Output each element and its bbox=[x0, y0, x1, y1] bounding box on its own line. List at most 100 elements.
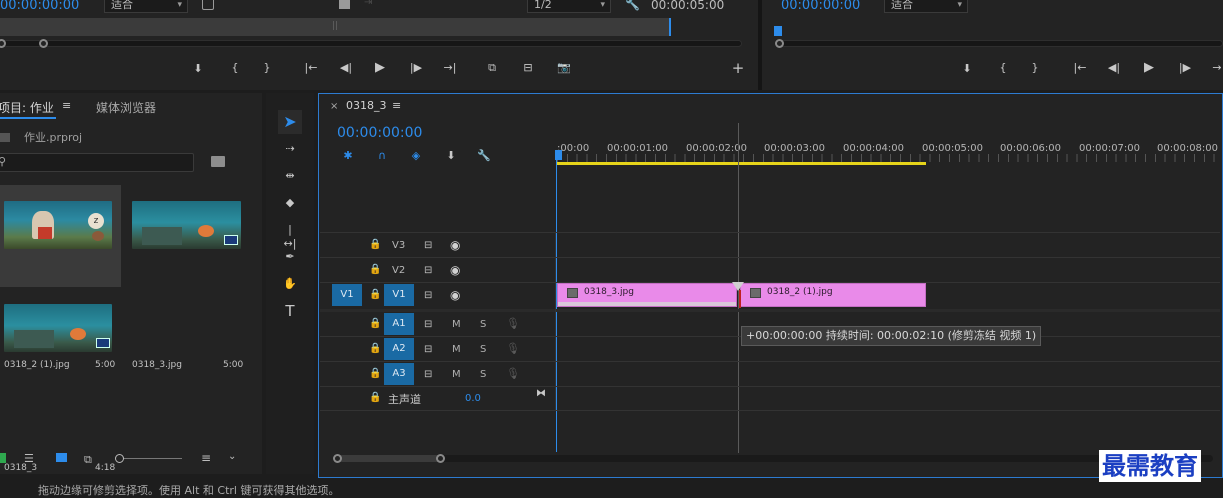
timeline-scrollbar-thumb[interactable] bbox=[337, 455, 441, 462]
lock-icon[interactable] bbox=[0, 453, 6, 463]
solo-toggle[interactable]: S bbox=[480, 319, 486, 330]
snap-icon[interactable]: ∩ bbox=[375, 149, 389, 163]
lock-icon[interactable]: 🔒 bbox=[369, 343, 381, 354]
lock-icon[interactable]: 🔒 bbox=[369, 318, 381, 329]
insert-icon[interactable]: ⧉ bbox=[485, 61, 499, 75]
eye-icon[interactable]: ◉ bbox=[450, 263, 460, 277]
razor-tool-icon[interactable]: ◆ bbox=[283, 196, 297, 210]
wrench-icon[interactable]: 🔧 bbox=[625, 0, 640, 11]
icon-view-icon[interactable] bbox=[56, 453, 67, 462]
thumbnail[interactable]: z bbox=[4, 201, 112, 249]
go-to-end-icon[interactable]: ⧓ bbox=[536, 388, 546, 399]
scrollbar-handle-left[interactable] bbox=[333, 454, 342, 463]
wrench-icon[interactable]: 🔧 bbox=[477, 149, 491, 163]
add-marker-icon[interactable]: ⬇ bbox=[191, 62, 205, 76]
save-icon[interactable] bbox=[339, 0, 350, 9]
microphone-icon[interactable]: 🎙 bbox=[506, 342, 520, 355]
chevron-down-icon[interactable]: ⌄ bbox=[228, 451, 236, 462]
program-zoom-handle-left[interactable] bbox=[775, 39, 784, 48]
camera-icon[interactable]: 📷 bbox=[557, 61, 571, 75]
overwrite-icon[interactable]: ⊟ bbox=[521, 61, 535, 75]
resolution-dropdown[interactable]: 1/2 ▾ bbox=[527, 0, 611, 13]
source-zoom-track[interactable] bbox=[0, 40, 742, 47]
freeform-view-icon[interactable]: ⧉ bbox=[84, 453, 92, 467]
lock-icon[interactable]: 🔒 bbox=[369, 289, 381, 300]
timeline-clip[interactable]: 0318_3.jpg bbox=[557, 283, 737, 307]
program-timecode[interactable]: 00:00:00:00 bbox=[781, 0, 860, 13]
step-forward-icon[interactable]: |▶ bbox=[409, 61, 423, 75]
selection-tool-icon[interactable]: ➤ bbox=[278, 110, 302, 134]
step-back-icon[interactable]: ◀| bbox=[1107, 61, 1121, 75]
new-search-bin-icon[interactable] bbox=[211, 156, 225, 167]
export-frame-icon[interactable] bbox=[202, 0, 214, 10]
zoom-slider-handle[interactable] bbox=[115, 454, 124, 463]
track-select-tool-icon[interactable]: ⇢ bbox=[283, 142, 297, 156]
step-forward-icon[interactable]: |▶ bbox=[1178, 61, 1192, 75]
thumbnail[interactable] bbox=[132, 201, 241, 249]
sync-lock-icon[interactable]: ⊟ bbox=[424, 290, 432, 301]
sync-lock-icon[interactable]: ⊟ bbox=[424, 240, 432, 251]
close-icon[interactable]: × bbox=[330, 101, 338, 112]
solo-toggle[interactable]: S bbox=[480, 344, 486, 355]
sync-lock-icon[interactable]: ⊟ bbox=[424, 265, 432, 276]
go-to-in-icon[interactable]: |← bbox=[304, 61, 318, 75]
linked-selection-icon[interactable]: ◈ bbox=[409, 149, 423, 163]
eye-icon[interactable]: ◉ bbox=[450, 238, 460, 252]
project-search-input[interactable] bbox=[0, 153, 194, 172]
track-label-a2[interactable]: A2 bbox=[384, 338, 414, 360]
source-timecode[interactable]: 00:00:00:00 bbox=[0, 0, 79, 13]
mark-in-icon[interactable]: { bbox=[996, 61, 1010, 75]
lock-icon[interactable]: 🔒 bbox=[369, 392, 381, 403]
sync-lock-icon[interactable]: ⊟ bbox=[424, 369, 432, 380]
zoom-slider-track[interactable] bbox=[118, 458, 182, 459]
source-patch-v1[interactable]: V1 bbox=[332, 284, 362, 306]
track-label-a1[interactable]: A1 bbox=[384, 313, 414, 335]
pen-tool-icon[interactable]: ✒ bbox=[283, 250, 297, 264]
eye-icon[interactable]: ◉ bbox=[450, 288, 460, 302]
microphone-icon[interactable]: 🎙 bbox=[506, 317, 520, 330]
snap-nest-icon[interactable]: ✱ bbox=[341, 149, 355, 163]
program-zoom-track[interactable] bbox=[778, 40, 1223, 47]
work-area-bar[interactable] bbox=[557, 162, 926, 165]
add-marker-icon[interactable]: ⬇ bbox=[444, 149, 458, 163]
timeline-clip[interactable]: 0318_2 (1).jpg bbox=[740, 283, 926, 307]
ripple-edit-tool-icon[interactable]: ⇹ bbox=[283, 169, 297, 183]
microphone-icon[interactable]: 🎙 bbox=[506, 367, 520, 380]
mute-toggle[interactable]: M bbox=[452, 319, 461, 330]
scrollbar-handle-right[interactable] bbox=[436, 454, 445, 463]
sync-lock-icon[interactable]: ⊟ bbox=[424, 344, 432, 355]
go-to-in-icon[interactable]: |← bbox=[1073, 61, 1087, 75]
go-to-out-icon[interactable]: → bbox=[1210, 61, 1223, 75]
sequence-tab[interactable]: 0318_3 bbox=[346, 99, 387, 112]
add-button-icon[interactable]: + bbox=[731, 61, 745, 76]
source-fit-dropdown[interactable]: 适合 ▾ bbox=[104, 0, 188, 13]
sort-icon[interactable]: ≡ bbox=[201, 451, 211, 465]
mute-toggle[interactable]: M bbox=[452, 369, 461, 380]
playhead-marker[interactable] bbox=[774, 26, 782, 36]
track-label-v2[interactable]: V2 bbox=[392, 265, 405, 276]
tab-project[interactable]: 项目: 作业 bbox=[0, 99, 54, 116]
source-zoom-handle-right[interactable] bbox=[39, 39, 48, 48]
master-volume-value[interactable]: 0.0 bbox=[465, 393, 481, 404]
program-fit-dropdown[interactable]: 适合 ▾ bbox=[884, 0, 968, 13]
type-tool-icon[interactable]: T bbox=[283, 304, 297, 319]
list-view-icon[interactable]: ☰ bbox=[24, 452, 34, 465]
sync-lock-icon[interactable]: ⊟ bbox=[424, 319, 432, 330]
track-label-v1[interactable]: V1 bbox=[384, 284, 414, 306]
lock-icon[interactable]: 🔒 bbox=[369, 368, 381, 379]
mark-out-icon[interactable]: } bbox=[260, 61, 274, 75]
tab-media-browser[interactable]: 媒体浏览器 bbox=[96, 99, 156, 116]
track-label-v3[interactable]: V3 bbox=[392, 240, 405, 251]
add-marker-icon[interactable]: ⬇ bbox=[960, 62, 974, 76]
play-icon[interactable]: ▶ bbox=[373, 61, 387, 75]
play-icon[interactable]: ▶ bbox=[1142, 61, 1156, 75]
mute-toggle[interactable]: M bbox=[452, 344, 461, 355]
hand-tool-icon[interactable]: ✋ bbox=[283, 277, 297, 291]
panel-menu-icon[interactable]: ≡ bbox=[392, 99, 401, 112]
solo-toggle[interactable]: S bbox=[480, 369, 486, 380]
panel-menu-icon[interactable]: ≡ bbox=[62, 99, 71, 112]
step-back-icon[interactable]: ◀| bbox=[339, 61, 353, 75]
playhead-head[interactable] bbox=[555, 150, 562, 160]
go-to-out-icon[interactable]: →| bbox=[443, 61, 457, 75]
timeline-timecode[interactable]: 00:00:00:00 bbox=[337, 125, 422, 141]
